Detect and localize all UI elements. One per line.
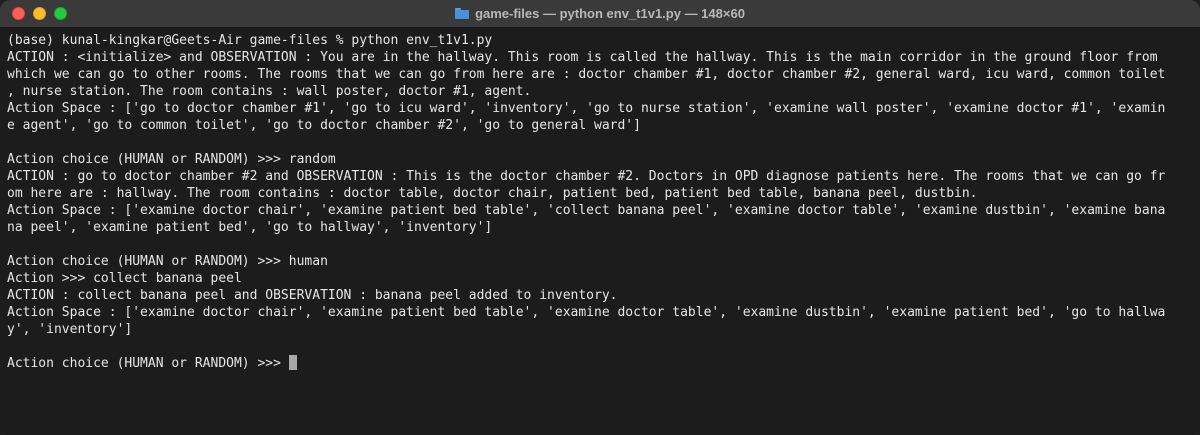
terminal-line: ACTION : collect banana peel and OBSERVA… — [7, 288, 618, 303]
terminal-output[interactable]: (base) kunal-kingkar@Geets-Air game-file… — [0, 28, 1200, 372]
terminal-window: game-files — python env_t1v1.py — 148×60… — [0, 0, 1200, 435]
text-cursor — [288, 355, 297, 370]
window-title: game-files — python env_t1v1.py — 148×60 — [0, 0, 1200, 27]
terminal-line: om here are : hallway. The room contains… — [7, 186, 978, 201]
terminal-line: ACTION : <initialize> and OBSERVATION : … — [7, 50, 1158, 65]
terminal-line: Action choice (HUMAN or RANDOM) >>> huma… — [7, 254, 328, 269]
folder-icon — [455, 8, 470, 19]
input-prompt: Action choice (HUMAN or RANDOM) >>> — [7, 356, 289, 371]
terminal-line: , nurse station. The room contains : wal… — [7, 84, 532, 99]
terminal-input-line[interactable]: Action choice (HUMAN or RANDOM) >>> — [7, 355, 1200, 372]
terminal-line: Action Space : ['go to doctor chamber #1… — [7, 101, 1166, 116]
terminal-line: y', 'inventory'] — [7, 322, 133, 337]
title-bar[interactable]: game-files — python env_t1v1.py — 148×60 — [0, 0, 1200, 28]
terminal-line: Action Space : ['examine doctor chair', … — [7, 305, 1166, 320]
terminal-line-prompt: (base) kunal-kingkar@Geets-Air game-file… — [7, 33, 493, 48]
terminal-line: ACTION : go to doctor chamber #2 and OBS… — [7, 169, 1166, 184]
terminal-line: Action Space : ['examine doctor chair', … — [7, 203, 1166, 218]
terminal-line: which we can go to other rooms. The room… — [7, 67, 1166, 82]
terminal-line: na peel', 'examine patient bed', 'go to … — [7, 220, 493, 235]
terminal-line: e agent', 'go to common toilet', 'go to … — [7, 118, 641, 133]
terminal-line: Action >>> collect banana peel — [7, 271, 242, 286]
terminal-line: Action choice (HUMAN or RANDOM) >>> rand… — [7, 152, 336, 167]
window-title-text: game-files — python env_t1v1.py — 148×60 — [475, 6, 745, 21]
